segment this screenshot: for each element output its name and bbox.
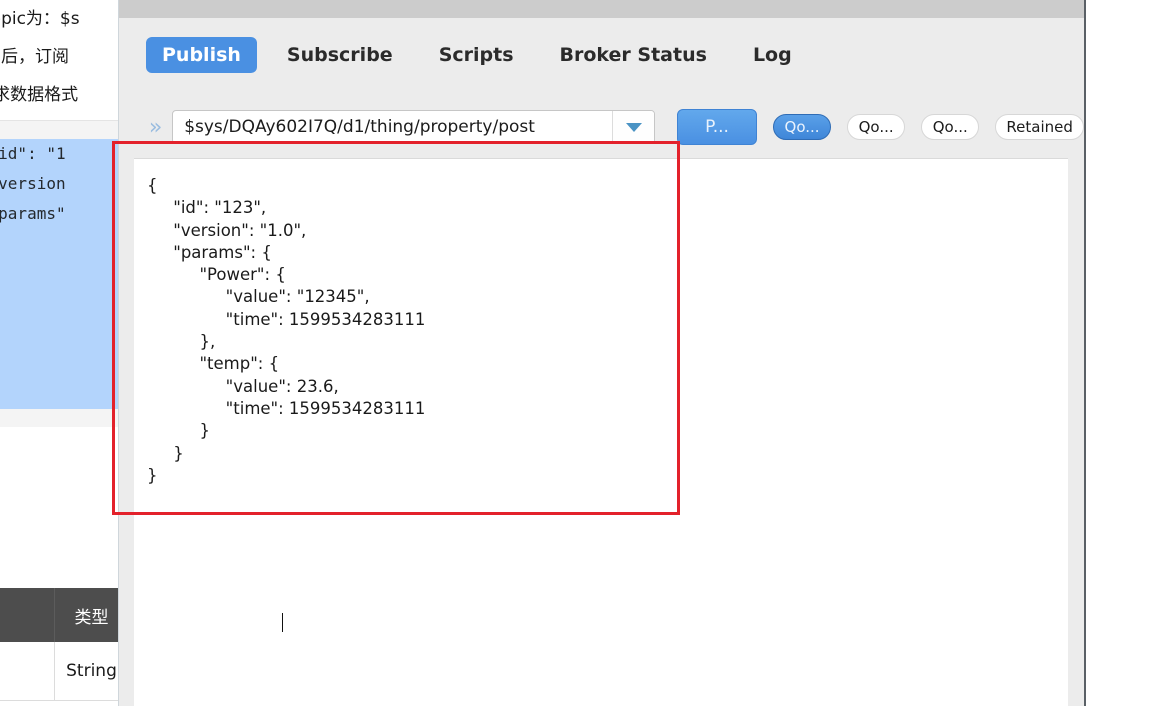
- tab-log[interactable]: Log: [737, 37, 808, 73]
- code-line: [0, 259, 123, 289]
- tab-scripts[interactable]: Scripts: [423, 37, 530, 73]
- qos2-button[interactable]: Qo...: [921, 114, 980, 140]
- window-body: Publish Subscribe Scripts Broker Status …: [119, 18, 1084, 706]
- mqtt-client-window: Publish Subscribe Scripts Broker Status …: [118, 0, 1086, 706]
- expand-chevrons-icon[interactable]: »: [141, 115, 170, 140]
- code-line: "id": "1: [0, 139, 123, 169]
- background-parameter-table: 类型 String: [0, 588, 129, 701]
- background-code-block: "id": "1 "version "params" }: [0, 120, 123, 427]
- code-line: }: [0, 379, 123, 409]
- background-paragraph: 据成功后，订阅: [0, 47, 69, 67]
- code-line: [0, 319, 123, 349]
- background-caption: 数说明: [0, 530, 125, 555]
- table-header-cell: [0, 588, 55, 642]
- code-line: "version: [0, 169, 123, 199]
- chevron-down-icon: [625, 122, 642, 132]
- background-paragraph: ON请求数据格式: [0, 85, 79, 105]
- payload-editor[interactable]: { "id": "123", "version": "1.0", "params…: [134, 158, 1068, 706]
- retained-button[interactable]: Retained: [995, 114, 1084, 140]
- tab-broker-status[interactable]: Broker Status: [544, 37, 723, 73]
- table-cell: [0, 642, 55, 701]
- table-header-row: 类型: [0, 588, 129, 642]
- text-caret: [282, 613, 283, 632]
- tab-bar: Publish Subscribe Scripts Broker Status …: [119, 34, 822, 76]
- publish-button[interactable]: P...: [677, 109, 757, 145]
- qos1-button[interactable]: Qo...: [847, 114, 906, 140]
- table-row: String: [0, 642, 129, 701]
- payload-text[interactable]: { "id": "123", "version": "1.0", "params…: [134, 159, 1068, 487]
- window-title-bar: [119, 0, 1084, 19]
- topic-field-wrapper: [172, 110, 656, 144]
- code-line: [0, 349, 123, 379]
- tab-subscribe[interactable]: Subscribe: [271, 37, 409, 73]
- qos0-button[interactable]: Qo...: [772, 114, 832, 140]
- publish-toolbar: » P... Qo... Qo... Qo... Retained: [119, 104, 1084, 150]
- topic-input[interactable]: [173, 111, 613, 143]
- code-line: [0, 289, 123, 319]
- code-line: [0, 229, 123, 259]
- background-paragraph: 报的topic为：$s: [0, 9, 80, 29]
- topic-dropdown-button[interactable]: [612, 111, 655, 143]
- tab-publish[interactable]: Publish: [146, 37, 257, 73]
- code-line: "params": [0, 199, 123, 229]
